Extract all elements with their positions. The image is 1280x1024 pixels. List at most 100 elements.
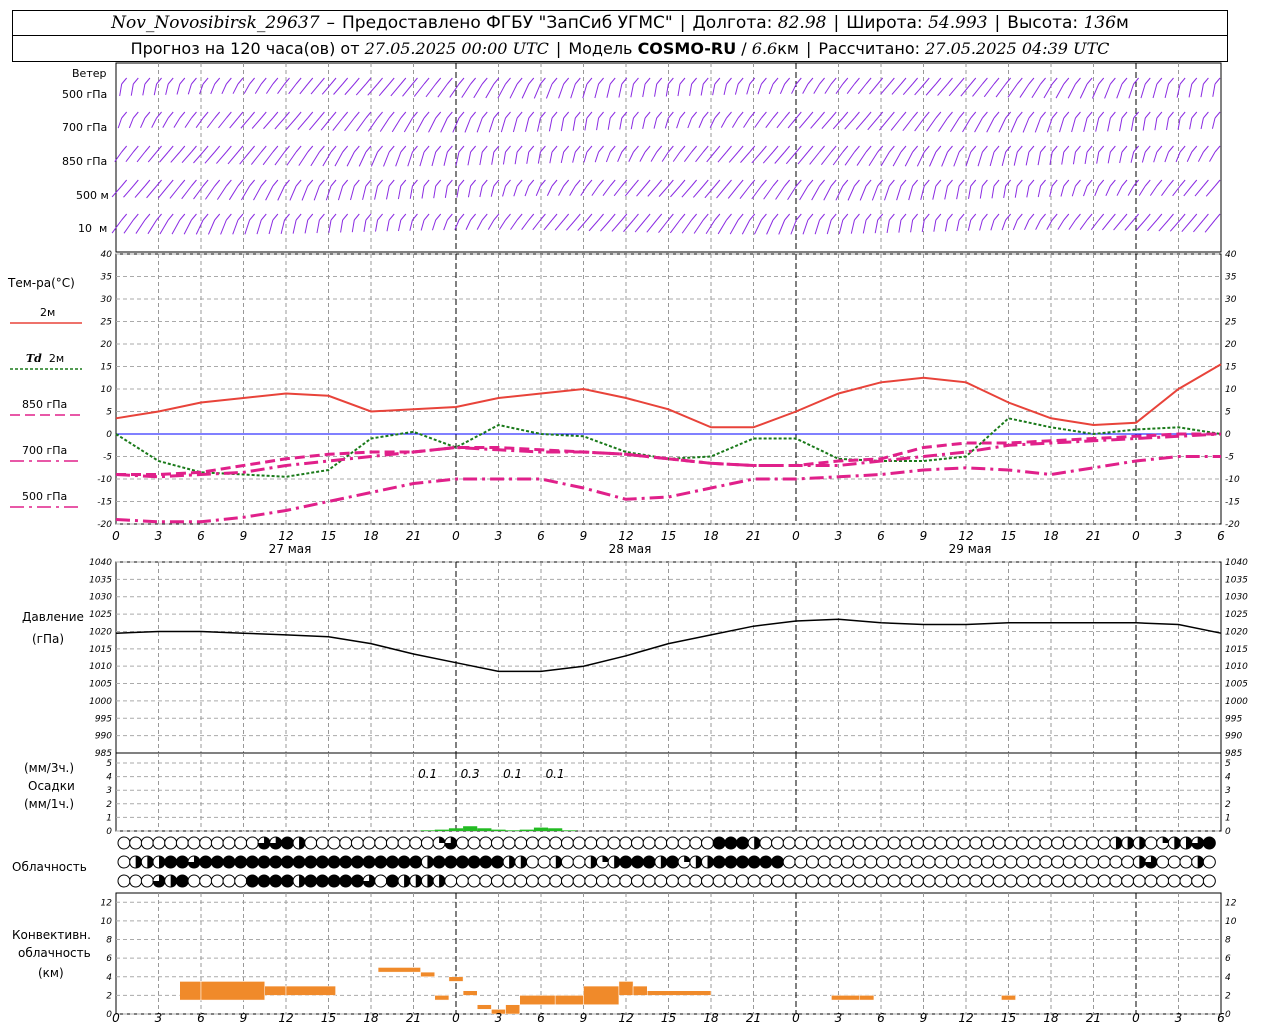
wind-barb (322, 151, 332, 167)
wind-barb (1135, 219, 1146, 231)
wind-barb-flag (644, 145, 651, 153)
temperature-xtick-label: 6 (877, 529, 885, 543)
cloud-circle (1179, 855, 1193, 869)
wind-barb (123, 185, 134, 198)
cloud-symbol (444, 855, 458, 869)
wind-barb-flag (958, 145, 965, 153)
cloud-symbol (175, 836, 189, 850)
cloud-symbol (444, 836, 458, 850)
cloud-fill-part (404, 875, 411, 887)
temperature-xtick-label: 12 (958, 529, 973, 543)
wind-barb (125, 151, 134, 163)
wind-barb (798, 117, 809, 129)
wind-barb (386, 219, 390, 232)
wind-barb (787, 185, 797, 201)
cloud-symbol (140, 855, 154, 869)
cloud-circle (1202, 874, 1216, 888)
cloud-circle (666, 874, 679, 888)
wind-barb (1071, 117, 1076, 133)
cloud-circle (1086, 855, 1100, 869)
wind-barb (1113, 219, 1123, 231)
cloud-symbol (1062, 874, 1076, 888)
cloud-symbol (677, 855, 691, 869)
temperature-xtick-label: 21 (746, 529, 761, 543)
cloud-circle (981, 874, 995, 888)
cloud-circle (607, 836, 621, 850)
wind-barb (467, 185, 472, 198)
wind-barb (355, 117, 367, 132)
cloud-circle (1086, 836, 1100, 850)
cloud-symbol (1167, 874, 1181, 888)
cloud-circle (759, 874, 773, 888)
wind-barb-flag (202, 145, 209, 153)
wind-barb-flag (551, 111, 558, 119)
wind-barb-flag (330, 145, 337, 153)
cloud-symbol (210, 836, 224, 850)
wind-barb-flag (284, 213, 290, 221)
wind-barb-flag (1051, 111, 1058, 119)
wind-barb-flag (679, 179, 686, 187)
wind-barb-flag (656, 179, 663, 187)
cloud-symbol (736, 855, 750, 869)
wind-barb (884, 185, 890, 201)
wind-barb-flag (121, 145, 128, 153)
wind-barb-flag (958, 111, 965, 119)
cloud-fill-part (1115, 836, 1122, 849)
cloud-symbol (257, 874, 271, 888)
cloud-fill-full (211, 856, 224, 868)
wind-barb (151, 117, 158, 128)
temperature-xtick-label: 3 (155, 529, 163, 543)
wind-barb-flag (1203, 77, 1209, 85)
cloud-circle (1051, 874, 1065, 888)
wind-barb-flag (1005, 145, 1012, 153)
wind-barb (1001, 219, 1007, 231)
wind-barb (1116, 185, 1123, 196)
wind-barb-flag (691, 145, 697, 153)
cloud-symbol (455, 874, 469, 888)
cloud-symbol (876, 836, 890, 850)
cloud-circle (117, 874, 131, 888)
wind-barb (367, 83, 378, 96)
wind-barb (265, 185, 274, 201)
wind-barb (409, 185, 413, 199)
cloud-circle (677, 874, 691, 888)
cloud-symbol (1039, 836, 1053, 850)
wind-barb-flag (237, 213, 244, 221)
wind-barb (995, 83, 1007, 98)
wind-barb (776, 117, 786, 129)
cloud-circle (222, 836, 236, 850)
cloud-fill-part (1185, 837, 1192, 849)
cloud-symbol (199, 836, 213, 850)
wind-barb (572, 151, 576, 163)
cloud-circle (630, 874, 644, 888)
cloud-circle (1039, 874, 1053, 888)
pressure-ytick-left: 1030 (89, 593, 112, 603)
wind-barb-flag (795, 145, 802, 153)
wind-barb (512, 117, 518, 133)
precip-ytick-right: 1 (1225, 813, 1231, 823)
wind-barb (683, 151, 693, 163)
wind-barb (521, 83, 530, 99)
wind-barb-flag (1040, 111, 1046, 119)
temperature-xtick-label: 9 (240, 529, 248, 543)
convective-ytick-left: 8 (106, 936, 112, 946)
cloud-symbol (642, 836, 656, 850)
cloud-circle (852, 874, 866, 888)
temperature-ytick-left: 20 (101, 340, 113, 350)
cloud-symbol (1097, 874, 1111, 888)
wind-barb (277, 185, 285, 201)
cloud-symbol (957, 836, 971, 850)
wind-barb (479, 151, 483, 166)
convective-ytick-left: 6 (106, 954, 112, 964)
wind-barb-flag (644, 77, 651, 85)
wind-barb (972, 83, 983, 97)
wind-barb-flag (516, 111, 523, 119)
wind-barb (1172, 185, 1181, 197)
wind-barb-flag (1168, 77, 1174, 85)
wind-barb-flag (1121, 77, 1128, 85)
wind-barb-flag (563, 145, 570, 153)
wind-barb-flag (900, 145, 907, 153)
wind-barb (950, 117, 960, 133)
wind-barb-flag (179, 179, 186, 187)
wind-barb-flag (784, 77, 791, 85)
